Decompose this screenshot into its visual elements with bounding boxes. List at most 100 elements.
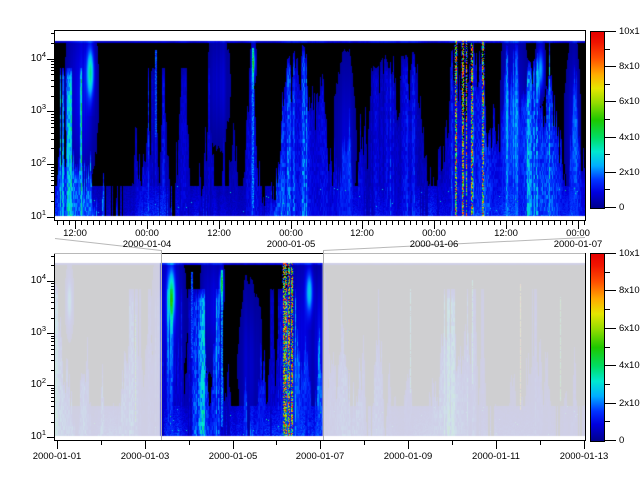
x-minor-tick <box>536 221 537 225</box>
y-minor-tick <box>51 393 55 394</box>
x-minor-tick <box>195 221 196 225</box>
x-minor-tick <box>267 221 268 225</box>
x-minor-tick <box>356 221 357 225</box>
x-minor-tick <box>326 221 327 225</box>
colorbar-tick-label: 6x107 <box>619 96 640 107</box>
colorbar-minor-tick <box>604 154 610 155</box>
y-minor-tick <box>51 413 55 414</box>
x-minor-tick <box>123 221 124 225</box>
colorbar-tick-label: 0 <box>619 435 640 446</box>
selection-left-edge[interactable] <box>161 250 162 440</box>
x-minor-tick <box>452 441 453 445</box>
detail-spectrogram-canvas[interactable] <box>55 31 585 220</box>
colorbar-tick-label-base: 8x10 <box>619 285 640 296</box>
x-minor-tick <box>422 221 423 225</box>
x-minor-tick <box>249 221 250 225</box>
y-minor-tick <box>51 148 55 149</box>
x-minor-tick <box>285 221 286 225</box>
y-minor-tick <box>51 406 55 407</box>
x-minor-tick <box>291 221 292 225</box>
x-tick-date-label: 2000-01-07 <box>285 451 355 462</box>
x-major-tick <box>408 441 409 449</box>
x-minor-tick <box>524 221 525 225</box>
context-spectrogram-canvas[interactable] <box>55 254 585 440</box>
x-minor-tick <box>488 221 489 225</box>
colorbar-major-tick <box>604 328 616 329</box>
y-minor-tick <box>51 61 55 62</box>
colorbar-major-tick <box>604 440 616 441</box>
x-minor-tick <box>566 221 567 225</box>
x-minor-tick <box>362 221 363 225</box>
y-axis-label-exp: 4 <box>42 272 46 281</box>
x-minor-tick <box>201 221 202 225</box>
x-minor-tick <box>207 221 208 225</box>
greyed-frame-segment-right <box>323 253 585 254</box>
x-minor-tick <box>476 221 477 225</box>
x-minor-tick <box>452 221 453 225</box>
x-minor-tick <box>159 221 160 225</box>
colorbar-tick-label-base: 4x10 <box>619 132 640 143</box>
y-minor-tick <box>51 338 55 339</box>
y-major-tick <box>47 59 55 60</box>
y-minor-tick <box>51 167 55 168</box>
x-minor-tick <box>171 221 172 225</box>
x-minor-tick <box>470 221 471 225</box>
y-minor-tick <box>51 336 55 337</box>
x-minor-tick <box>141 221 142 225</box>
x-tick-date-label: 2000-01-11 <box>461 451 531 462</box>
x-minor-tick <box>512 221 513 225</box>
y-minor-tick <box>51 33 55 34</box>
x-minor-tick <box>404 221 405 225</box>
y-minor-tick <box>51 180 55 181</box>
x-minor-tick <box>309 221 310 225</box>
x-minor-tick <box>548 221 549 225</box>
y-minor-tick <box>51 117 55 118</box>
x-minor-tick <box>87 221 88 225</box>
x-minor-tick <box>530 221 531 225</box>
y-minor-tick <box>51 64 55 65</box>
x-minor-tick <box>135 221 136 225</box>
x-minor-tick <box>101 441 102 445</box>
y-axis-label: 103 <box>16 105 46 117</box>
x-tick-date-label: 2000-01-01 <box>22 451 92 462</box>
x-minor-tick <box>368 221 369 225</box>
colorbar-tick-label: 4x107 <box>619 360 640 371</box>
x-minor-tick <box>105 221 106 225</box>
x-minor-tick <box>380 221 381 225</box>
x-minor-tick <box>434 221 435 225</box>
selection-right-edge[interactable] <box>323 250 324 440</box>
x-minor-tick <box>111 221 112 225</box>
x-minor-tick <box>506 221 507 225</box>
y-minor-tick <box>51 192 55 193</box>
x-major-tick <box>145 441 146 449</box>
x-minor-tick <box>374 221 375 225</box>
colorbar-tick-label-base: 4x10 <box>619 360 640 371</box>
x-minor-tick <box>440 221 441 225</box>
y-axis-label-exp: 1 <box>42 428 46 437</box>
colorbar-major-tick <box>604 253 616 254</box>
y-major-tick <box>47 281 55 282</box>
y-axis-label-exp: 4 <box>42 50 46 59</box>
x-minor-tick <box>398 221 399 225</box>
x-minor-tick <box>273 221 274 225</box>
x-major-tick <box>584 441 585 449</box>
x-major-tick <box>57 441 58 449</box>
colorbar-tick-label: 0 <box>619 202 640 213</box>
y-axis-label-exp: 3 <box>42 324 46 333</box>
x-minor-tick <box>344 221 345 225</box>
y-axis-label-base: 10 <box>31 211 42 222</box>
x-minor-tick <box>554 221 555 225</box>
y-minor-tick <box>51 139 55 140</box>
x-minor-tick <box>117 221 118 225</box>
y-axis-label-base: 10 <box>31 431 42 442</box>
x-tick-time-label: 00:00 <box>271 228 311 239</box>
y-minor-tick <box>51 80 55 81</box>
colorbar-minor-tick <box>604 49 610 50</box>
colorbar-tick-label: 10x107 <box>619 26 640 37</box>
x-minor-tick <box>338 221 339 225</box>
x-tick-time-label: 00:00 <box>127 228 167 239</box>
y-axis-label-exp: 2 <box>42 376 46 385</box>
x-minor-tick <box>231 221 232 225</box>
x-minor-tick <box>183 221 184 225</box>
x-minor-tick <box>75 221 76 225</box>
